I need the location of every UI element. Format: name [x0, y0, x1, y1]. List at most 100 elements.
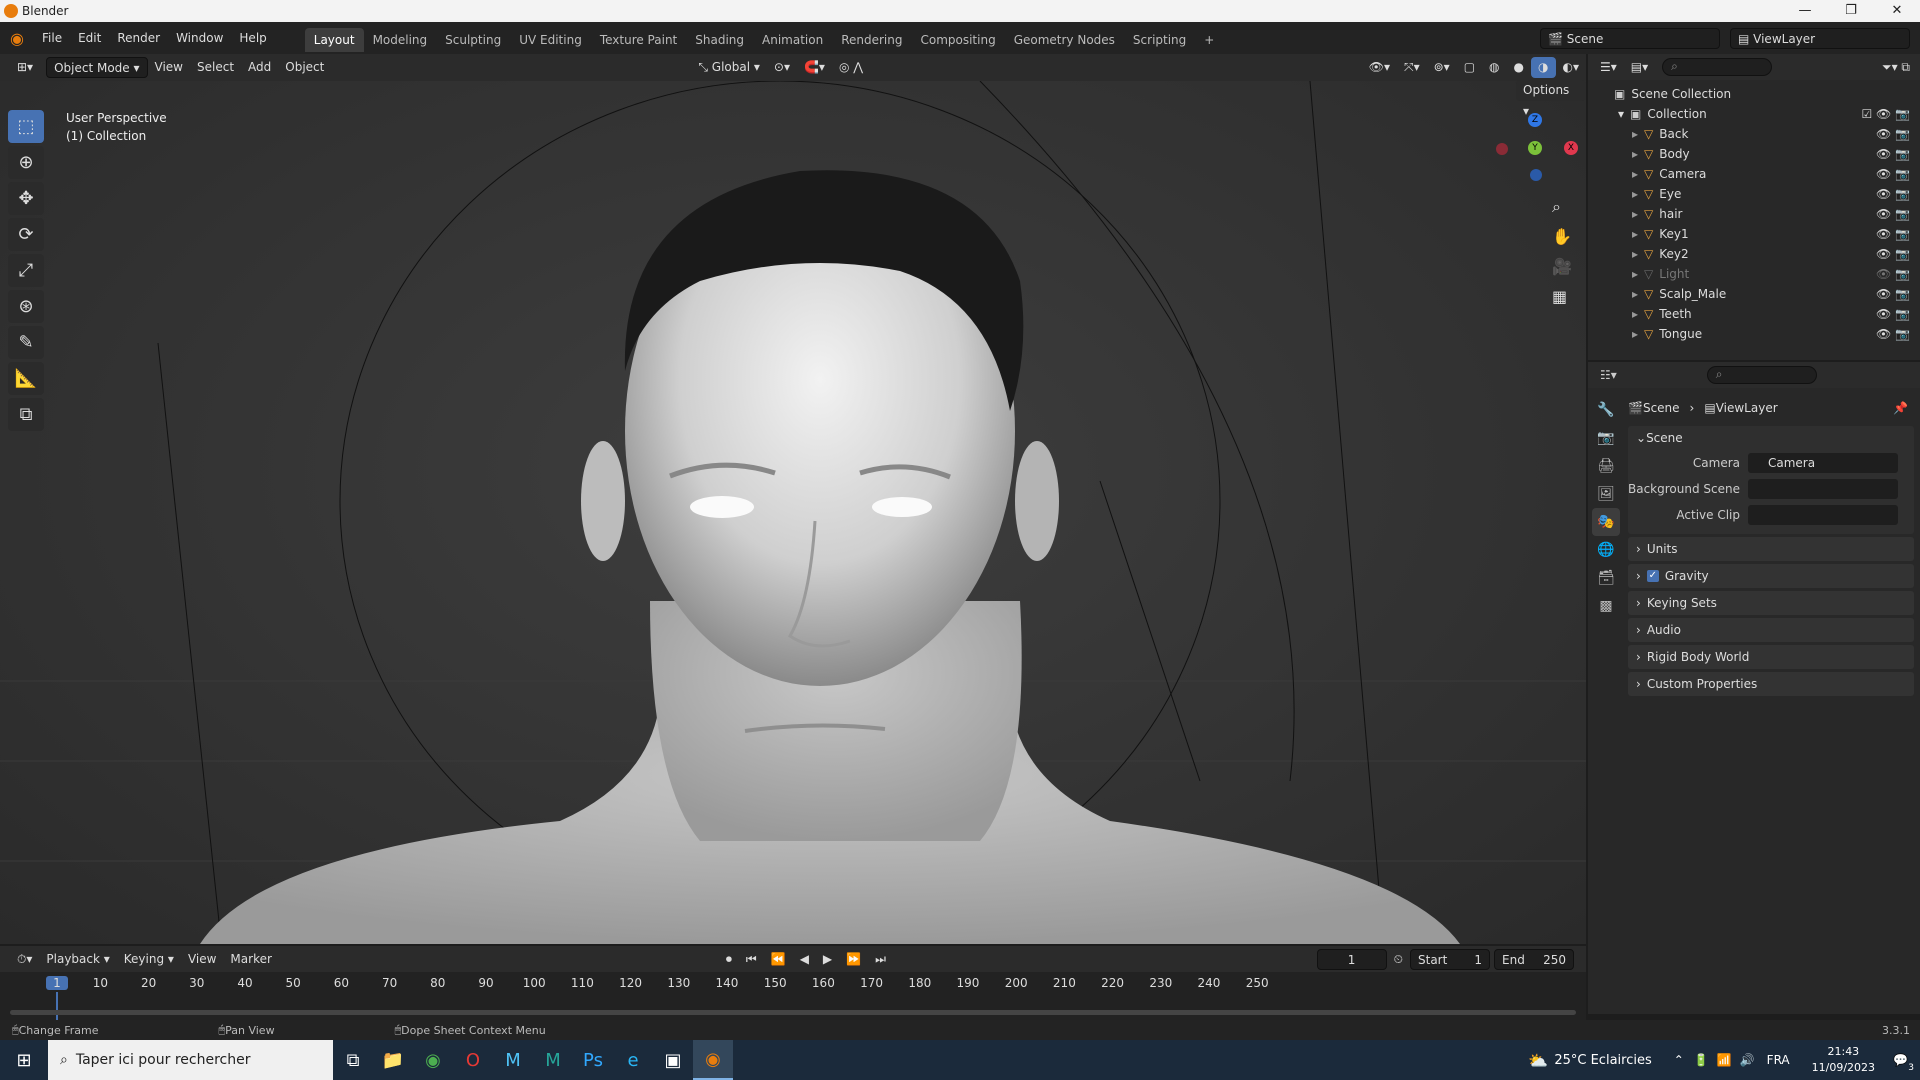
timeline-body[interactable]: 1 10 20 30 40 50 60 70 80 90 100 110 120 130 140 150 160…	[0, 972, 1586, 1020]
scale-icon[interactable]: ⤢	[8, 254, 44, 287]
weather-text[interactable]: 25°C Eclaircies	[1554, 1053, 1651, 1068]
orientation-selector[interactable]: ⤡ Global ▾	[691, 57, 767, 78]
volume-icon[interactable]: 🔊	[1740, 1053, 1755, 1067]
tab-sculpting[interactable]: Sculpting	[436, 28, 510, 52]
photoshop-icon[interactable]: Ps	[573, 1040, 613, 1080]
menu-window[interactable]: Window	[168, 22, 231, 54]
tab-rendering[interactable]: Rendering	[832, 28, 911, 52]
properties-search-input[interactable]: ⌕	[1706, 366, 1817, 384]
outliner-item-camera[interactable]: ▸ ▽ Camera 👁 📷	[1588, 164, 1920, 184]
add-cube-icon[interactable]: ⧉	[8, 398, 44, 431]
measure-icon[interactable]: 📐	[8, 362, 44, 395]
visibility-toggle-icons[interactable]: 👁 📷	[1876, 207, 1910, 221]
scene-selector[interactable]: 🎬 Scene	[1540, 27, 1720, 49]
chrome-icon[interactable]: ◉	[413, 1040, 453, 1080]
shading-material-icon[interactable]: ◑	[1531, 57, 1556, 78]
tab-shading[interactable]: Shading	[686, 28, 753, 52]
outliner-item-key1[interactable]: ▸ ▽ Key1 👁 📷	[1588, 224, 1920, 244]
jump-key-forward-icon[interactable]: ⏩	[839, 949, 868, 970]
cursor-icon[interactable]: ⊕	[8, 146, 44, 179]
outliner-item-body[interactable]: ▸ ▽ Body 👁 📷	[1588, 144, 1920, 164]
menu-file[interactable]: File	[34, 22, 70, 54]
section-units[interactable]: › Units	[1628, 537, 1914, 561]
menu-timeline-view[interactable]: View	[181, 949, 223, 970]
active-clip-field[interactable]	[1748, 505, 1898, 525]
overlay-toggle-icon[interactable]: ⊚▾	[1427, 57, 1457, 78]
blender-taskbar-icon[interactable]: ◉	[693, 1040, 733, 1080]
proportional-edit-icon[interactable]: ◎ ⋀	[832, 57, 870, 78]
battery-icon[interactable]: 🔋	[1694, 1053, 1709, 1067]
menu-edit[interactable]: Edit	[70, 22, 109, 54]
annotate-icon[interactable]: ✎	[8, 326, 44, 359]
playhead[interactable]	[56, 992, 58, 1020]
opera-icon[interactable]: O	[453, 1040, 493, 1080]
gizmo-toggle-icon[interactable]: ⤧▾	[1397, 57, 1427, 78]
navigation-gizmo[interactable]: Z X Y	[1490, 105, 1580, 185]
play-icon[interactable]: ▶	[816, 949, 839, 970]
visibility-toggle-icons[interactable]: 👁 📷	[1876, 287, 1910, 301]
menu-select[interactable]: Select	[190, 57, 241, 78]
properties-editor-icon[interactable]: ☷▾	[1600, 368, 1617, 382]
menu-add[interactable]: Add	[241, 57, 278, 78]
taskbar-search[interactable]: ⌕ Taper ici pour rechercher	[48, 1040, 333, 1080]
scene-tab-icon[interactable]: 🎭	[1592, 508, 1620, 536]
expand-arrow-icon[interactable]: ▸	[1632, 207, 1638, 221]
restore-button[interactable]: ❐	[1828, 0, 1874, 22]
expand-arrow-icon[interactable]: ▸	[1632, 287, 1638, 301]
task-view-icon[interactable]: ⧉	[333, 1040, 373, 1080]
section-audio[interactable]: › Audio	[1628, 618, 1914, 642]
record-icon[interactable]: ⏺	[719, 949, 739, 970]
language-indicator[interactable]: FRA	[1767, 1053, 1790, 1067]
timeline-scrollbar[interactable]	[10, 1010, 1576, 1015]
outliner-scene-collection[interactable]: ▣ Scene Collection	[1588, 84, 1920, 104]
filter-icon[interactable]: ⏷▾ ⧉	[1882, 60, 1910, 75]
visibility-toggle-icons[interactable]: 👁 📷	[1876, 327, 1910, 341]
section-keying-sets[interactable]: › Keying Sets	[1628, 591, 1914, 615]
outliner-item-tongue[interactable]: ▸ ▽ Tongue 👁 📷	[1588, 324, 1920, 344]
outliner-item-hair[interactable]: ▸ ▽ hair 👁 📷	[1588, 204, 1920, 224]
gizmo-neg-z[interactable]	[1530, 169, 1542, 181]
gizmo-y[interactable]: Y	[1528, 141, 1542, 155]
tab-animation[interactable]: Animation	[753, 28, 832, 52]
expand-arrow-icon[interactable]: ▸	[1632, 267, 1638, 281]
move-icon[interactable]: ✥	[8, 182, 44, 215]
blender-menu-icon[interactable]: ◉	[0, 29, 34, 48]
expand-arrow-icon[interactable]: ▸	[1632, 227, 1638, 241]
pin-icon[interactable]: 📌	[1893, 401, 1908, 415]
tab-modeling[interactable]: Modeling	[364, 28, 437, 52]
outliner-editor-icon[interactable]: ☰▾	[1600, 60, 1617, 74]
jump-key-back-icon[interactable]: ⏪	[764, 949, 793, 970]
world-tab-icon[interactable]: 🌐	[1592, 536, 1620, 564]
windows-start-icon[interactable]: ⊞	[0, 1040, 48, 1080]
tab-compositing[interactable]: Compositing	[911, 28, 1004, 52]
outliner-collection[interactable]: ▾ ▣ Collection ☑ 👁 📷	[1588, 104, 1920, 124]
render-tab-icon[interactable]: 📷	[1592, 424, 1620, 452]
menu-marker[interactable]: Marker	[223, 949, 278, 970]
start-frame-field[interactable]: Start 1	[1410, 948, 1490, 970]
tool-tab-icon[interactable]: 🔧	[1592, 396, 1620, 424]
outliner-item-eye[interactable]: ▸ ▽ Eye 👁 📷	[1588, 184, 1920, 204]
output-tab-icon[interactable]: 🖨	[1592, 452, 1620, 480]
collection-visibility-icon[interactable]: ☑ 👁 📷	[1861, 107, 1910, 121]
clock[interactable]: 21:43 11/09/2023	[1812, 1044, 1875, 1076]
rotate-icon[interactable]: ⟳	[8, 218, 44, 251]
visibility-toggle-icons[interactable]: 👁 📷	[1876, 267, 1910, 281]
jump-end-icon[interactable]: ⏭	[868, 949, 893, 970]
play-reverse-icon[interactable]: ◀	[793, 949, 816, 970]
gravity-checkbox[interactable]: ✓	[1646, 570, 1659, 582]
expand-arrow-icon[interactable]: ▸	[1632, 167, 1638, 181]
editor-type-icon[interactable]: ⊞▾	[10, 57, 40, 78]
clock-icon[interactable]: ⏲	[1387, 949, 1410, 970]
shading-rendered-icon[interactable]: ◐▾	[1556, 57, 1587, 78]
pan-hand-icon[interactable]: ✋	[1552, 227, 1572, 246]
collection-expand-icon[interactable]: ▾	[1618, 107, 1624, 121]
camera-field[interactable]: Camera	[1748, 453, 1898, 473]
mode-selector[interactable]: Object Mode ▾	[46, 57, 148, 78]
visibility-toggle-icons[interactable]: 👁 📷	[1876, 147, 1910, 161]
visibility-toggle-icons[interactable]: 👁 📷	[1876, 247, 1910, 261]
expand-arrow-icon[interactable]: ▸	[1632, 307, 1638, 321]
visibility-toggle-icons[interactable]: 👁 📷	[1876, 187, 1910, 201]
section-custom-properties[interactable]: › Custom Properties	[1628, 672, 1914, 696]
file-explorer-icon[interactable]: 📁	[373, 1040, 413, 1080]
menu-object[interactable]: Object	[278, 57, 331, 78]
